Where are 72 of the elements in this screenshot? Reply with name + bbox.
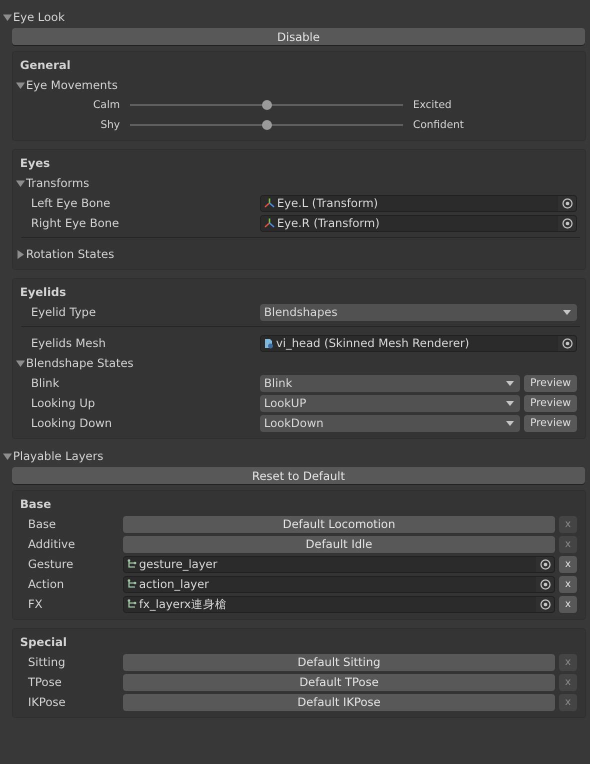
dropdown[interactable]: LookUP (260, 394, 520, 412)
object-field[interactable]: gesture_layer (123, 556, 555, 572)
dropdown-arrow-icon (506, 420, 514, 426)
field-label: Left Eye Bone (31, 196, 112, 210)
field-label: Base (28, 517, 58, 531)
slider-max-label: Excited (413, 99, 452, 111)
preview-button[interactable]: Preview (524, 414, 577, 432)
object-picker-icon[interactable] (540, 558, 550, 570)
foldout-label[interactable]: Blendshape States (26, 356, 134, 370)
object-picker-icon[interactable] (540, 578, 550, 590)
field-label: TPose (28, 675, 63, 689)
group-title: Base (20, 496, 52, 513)
object-field[interactable]: fx_layerx連身槍 (123, 596, 555, 612)
object-picker-icon[interactable] (540, 598, 550, 610)
object-picker-icon[interactable] (562, 198, 572, 208)
caret-icon[interactable] (3, 452, 12, 460)
object-field[interactable]: action_layer (123, 576, 555, 592)
slider-thumb[interactable] (262, 120, 272, 130)
dropdown-arrow-icon (506, 400, 514, 406)
section-title[interactable]: Playable Layers (13, 449, 104, 463)
slider-min-label: Calm (92, 99, 120, 111)
field-label: Blink (31, 376, 60, 390)
foldout-label[interactable]: Transforms (26, 176, 90, 190)
group-title: General (20, 57, 71, 74)
slider-max-label: Confident (413, 119, 464, 131)
field-label: FX (28, 597, 44, 611)
dropdown[interactable]: LookDown (260, 414, 520, 432)
group-title: Special (20, 634, 67, 651)
field-label: Looking Up (31, 396, 96, 410)
controller-icon (127, 559, 137, 569)
object-picker-icon[interactable] (562, 338, 572, 348)
field-label: Eyelids Mesh (31, 336, 107, 350)
object-field[interactable]: Eye.L (Transform) (260, 194, 577, 212)
field-label: Looking Down (31, 416, 113, 430)
transform-icon (264, 218, 275, 228)
group-title: Eyelids (20, 284, 66, 301)
clear-button[interactable]: x (559, 576, 577, 592)
mesh-icon (264, 338, 274, 348)
controller-icon (127, 599, 137, 609)
object-picker-icon[interactable] (562, 218, 572, 228)
field-label: Right Eye Bone (31, 216, 120, 230)
field-label: Additive (28, 537, 76, 551)
dropdown[interactable]: Blendshapes (260, 304, 577, 320)
caret-icon[interactable] (16, 80, 25, 90)
slider-min-label: Shy (99, 119, 120, 131)
section-title[interactable]: Eye Look (13, 10, 65, 24)
caret-icon[interactable] (3, 12, 12, 22)
foldout-label[interactable]: Rotation States (26, 247, 114, 261)
field-label: Action (28, 577, 66, 591)
preview-button[interactable]: Preview (524, 394, 577, 412)
preview-button[interactable]: Preview (524, 374, 577, 392)
field-label: Gesture (28, 557, 74, 571)
dropdown-arrow-icon (563, 310, 571, 314)
caret-icon[interactable] (16, 178, 25, 188)
foldout-label[interactable]: Eye Movements (26, 78, 118, 92)
dropdown-arrow-icon (506, 380, 514, 386)
caret-icon[interactable] (16, 250, 25, 258)
slider-thumb[interactable] (262, 100, 272, 110)
object-field[interactable]: Eye.R (Transform) (260, 214, 577, 232)
field-label: Eyelid Type (31, 305, 97, 319)
transform-icon (264, 198, 275, 208)
action-button[interactable]: Disable (12, 28, 585, 45)
field-label: IKPose (28, 695, 67, 709)
caret-icon[interactable] (16, 358, 25, 368)
dropdown[interactable]: Blink (260, 374, 520, 392)
group-title: Eyes (20, 155, 50, 172)
action-button[interactable]: Reset to Default (12, 467, 585, 484)
clear-button[interactable]: x (559, 556, 577, 572)
controller-icon (127, 579, 137, 589)
field-label: Sitting (28, 655, 66, 669)
object-field[interactable]: vi_head (Skinned Mesh Renderer) (260, 334, 577, 352)
clear-button[interactable]: x (559, 596, 577, 612)
